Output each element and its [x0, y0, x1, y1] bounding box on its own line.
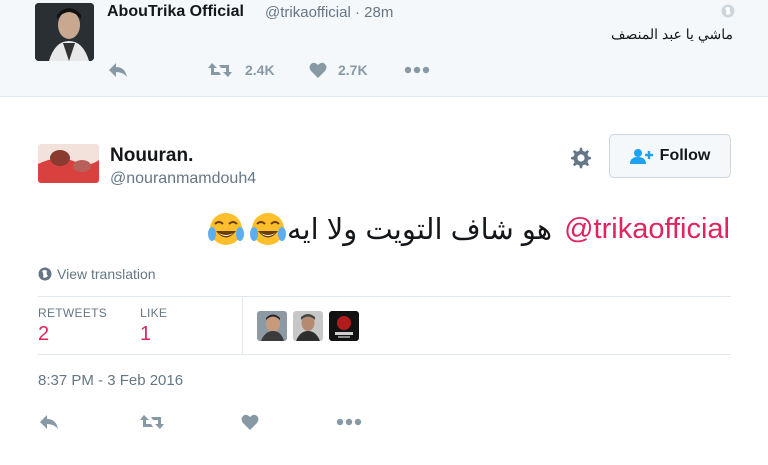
tweet-handle[interactable]: @nouranmamdouh4 [110, 170, 256, 188]
more-icon [404, 66, 430, 74]
more-button[interactable] [404, 58, 430, 82]
retweet-icon [140, 415, 164, 429]
tweet-arabic-text: هو شاف التويت ولا ايه [287, 213, 553, 246]
gear-icon[interactable] [569, 146, 593, 170]
parent-retweet-count: 2.4K [245, 62, 275, 78]
add-user-icon [629, 149, 653, 164]
reply-icon [109, 63, 127, 77]
mention-link[interactable]: @trikaofficial [564, 213, 730, 246]
reply-icon [40, 415, 58, 429]
more-icon [336, 418, 362, 426]
tears-of-joy-emoji [207, 210, 245, 248]
stats-divider [242, 297, 243, 354]
tears-of-joy-emoji [249, 210, 287, 248]
retweets-label[interactable]: RETWEETS [38, 306, 107, 320]
reply-button[interactable] [38, 410, 60, 434]
like-button[interactable] [241, 410, 259, 434]
globe-icon [38, 267, 52, 281]
tweet-action-bar [38, 410, 398, 434]
heart-icon [309, 62, 327, 78]
engager-avatar[interactable] [257, 311, 287, 341]
engager-avatar[interactable] [329, 311, 359, 341]
retweets-count[interactable]: 2 [38, 323, 49, 346]
parent-display-name[interactable]: AbouTrika Official [107, 3, 244, 21]
more-button[interactable] [336, 410, 362, 434]
parent-handle[interactable]: @trikaofficial · 28m [265, 4, 393, 21]
parent-handle-text[interactable]: @trikaofficial [265, 4, 351, 21]
parent-tweet-text: ماشي يا عبد المنصف [610, 26, 733, 42]
tweet-stats: RETWEETS 2 LIKE 1 [38, 296, 731, 355]
view-translation-link[interactable]: View translation [38, 266, 156, 282]
reply-button[interactable] [107, 58, 129, 82]
heart-icon [241, 414, 259, 430]
like-button[interactable]: 2.7K [309, 58, 368, 82]
follow-button[interactable]: Follow [609, 134, 731, 178]
parent-action-bar: 2.4K 2.7K [107, 58, 447, 82]
likes-count[interactable]: 1 [140, 323, 151, 346]
tweet-timestamp[interactable]: 8:37 PM - 3 Feb 2016 [38, 372, 183, 389]
tweet-display-name[interactable]: Nouuran. [110, 145, 193, 167]
retweet-button[interactable]: 2.4K [207, 58, 275, 82]
parent-avatar[interactable] [35, 3, 94, 61]
follow-label: Follow [659, 147, 711, 164]
parent-tweet: AbouTrika Official @trikaofficial · 28m … [0, 0, 768, 97]
view-translation-label: View translation [57, 266, 156, 282]
likes-label[interactable]: LIKE [140, 306, 167, 320]
retweet-button[interactable] [139, 410, 165, 434]
parent-like-count: 2.7K [338, 62, 368, 78]
retweet-icon [208, 63, 232, 77]
engager-avatar[interactable] [293, 311, 323, 341]
parent-time[interactable]: · 28m [355, 4, 393, 21]
tweet-avatar[interactable] [38, 144, 99, 183]
globe-icon [721, 4, 735, 18]
tweet-text: هو شاف التويت ولا ايه @trikaofficial [203, 210, 730, 248]
